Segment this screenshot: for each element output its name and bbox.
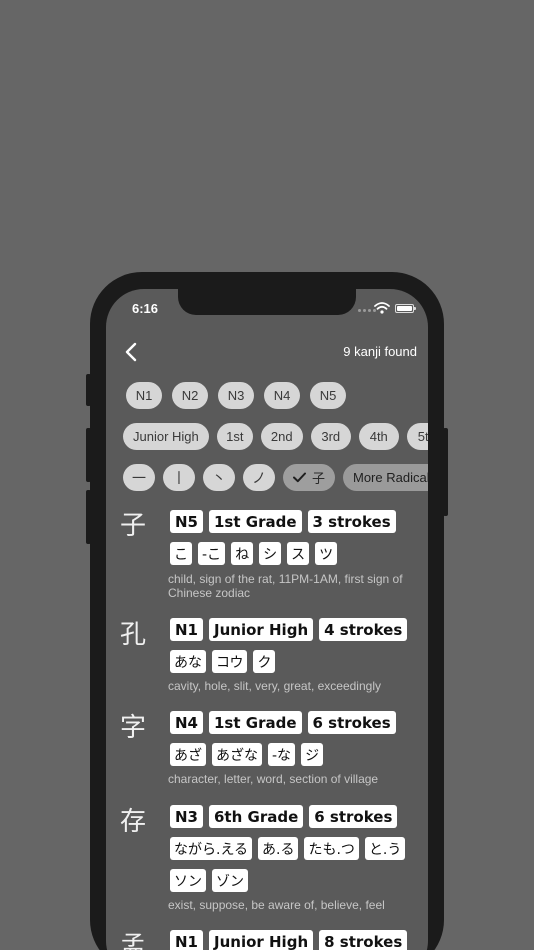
kanji-character: 存	[120, 807, 147, 837]
kanji-character: 孟	[120, 932, 147, 950]
filter-chip-4th[interactable]: 4th	[358, 423, 399, 450]
grade-filter-row: Junior High 1st 2nd 3rd 4th 5th	[123, 423, 428, 450]
reading-badge: ながら.える	[170, 837, 253, 860]
filter-chip-5th[interactable]: 5th	[406, 423, 428, 450]
radical-chip-ten[interactable]: 丶	[203, 464, 235, 491]
reading-badge: あざな	[212, 743, 262, 766]
radical-chip-ko-selected[interactable]: 子	[283, 464, 335, 491]
filter-chip-n1[interactable]: N1	[126, 382, 162, 409]
reading-badge: ね	[231, 542, 254, 565]
kanji-character: 字	[120, 713, 147, 743]
reading-badge: あざ	[170, 743, 206, 766]
reading-badge: たも.つ	[304, 837, 359, 860]
reading-badge: コウ	[212, 650, 248, 673]
meaning-text: child, sign of the rat, 11PM-1AM, first …	[168, 572, 403, 600]
jlpt-filter-row: N1 N2 N3 N4 N5	[126, 382, 346, 409]
reading-badge: ソン	[170, 869, 206, 892]
strokes-badge: 4 strokes	[319, 618, 408, 641]
more-radicals-button[interactable]: More Radicals	[343, 464, 428, 491]
strokes-badge: 6 strokes	[309, 805, 398, 828]
jlpt-badge: N4	[170, 711, 203, 734]
strokes-badge: 8 strokes	[319, 930, 408, 950]
selected-radical-label: 子	[311, 471, 325, 486]
grade-badge: 6th Grade	[209, 805, 304, 828]
reading-badge: ジ	[301, 743, 324, 766]
reading-badge: ツ	[315, 542, 338, 565]
radical-chip-ichi[interactable]: 一	[123, 464, 155, 491]
jlpt-badge: N1	[170, 618, 203, 641]
reading-badge: -な	[268, 743, 296, 766]
kanji-character: 子	[120, 511, 147, 541]
jlpt-badge: N5	[170, 510, 203, 533]
filter-chip-n4[interactable]: N4	[264, 382, 300, 409]
radical-chip-no[interactable]: ノ	[243, 464, 275, 491]
meaning-text: exist, suppose, be aware of, believe, fe…	[168, 898, 385, 912]
filter-chip-n2[interactable]: N2	[172, 382, 208, 409]
grade-badge: Junior High	[209, 930, 314, 950]
strokes-badge: 6 strokes	[307, 711, 396, 734]
status-time: 6:16	[132, 301, 159, 316]
reading-badge: こ	[170, 542, 192, 565]
wifi-icon	[374, 302, 390, 314]
filter-chip-2nd[interactable]: 2nd	[260, 423, 303, 450]
reading-badge: あな	[170, 650, 206, 673]
reading-badge: -こ	[198, 542, 226, 565]
reading-badge: ゾン	[212, 869, 248, 892]
filter-chip-n5[interactable]: N5	[310, 382, 346, 409]
grade-badge: 1st Grade	[209, 510, 302, 533]
jlpt-badge: N1	[170, 930, 203, 950]
kanji-character: 孔	[120, 620, 147, 650]
filter-chip-n3[interactable]: N3	[218, 382, 254, 409]
filter-chip-3rd[interactable]: 3rd	[310, 423, 351, 450]
reading-badge: あ.る	[258, 837, 299, 860]
reading-badge: シ	[259, 542, 282, 565]
grade-badge: 1st Grade	[209, 711, 302, 734]
back-button[interactable]	[122, 341, 142, 363]
reading-badge: ク	[253, 650, 276, 673]
filter-chip-1st[interactable]: 1st	[216, 423, 253, 450]
strokes-badge: 3 strokes	[307, 510, 396, 533]
radical-chip-bou[interactable]: 丨	[163, 464, 195, 491]
grade-badge: Junior High	[209, 618, 314, 641]
meaning-text: character, letter, word, section of vill…	[168, 772, 379, 786]
app-screen: 6:16 9 kanji found N1 N2 N3 N4 N5 Junior…	[106, 289, 428, 950]
checkmark-icon	[292, 472, 306, 483]
radical-filter-row: 一 丨 丶 ノ 子 More Radicals	[123, 464, 428, 491]
filter-chip-junior-high[interactable]: Junior High	[123, 423, 209, 450]
kanji-found-count: 9 kanji found	[343, 344, 417, 359]
reading-badge: ス	[287, 542, 310, 565]
jlpt-badge: N3	[170, 805, 203, 828]
battery-icon	[395, 304, 416, 313]
meaning-text: cavity, hole, slit, very, great, exceedi…	[168, 679, 381, 693]
reading-badge: と.う	[364, 837, 406, 860]
notch	[178, 289, 356, 315]
